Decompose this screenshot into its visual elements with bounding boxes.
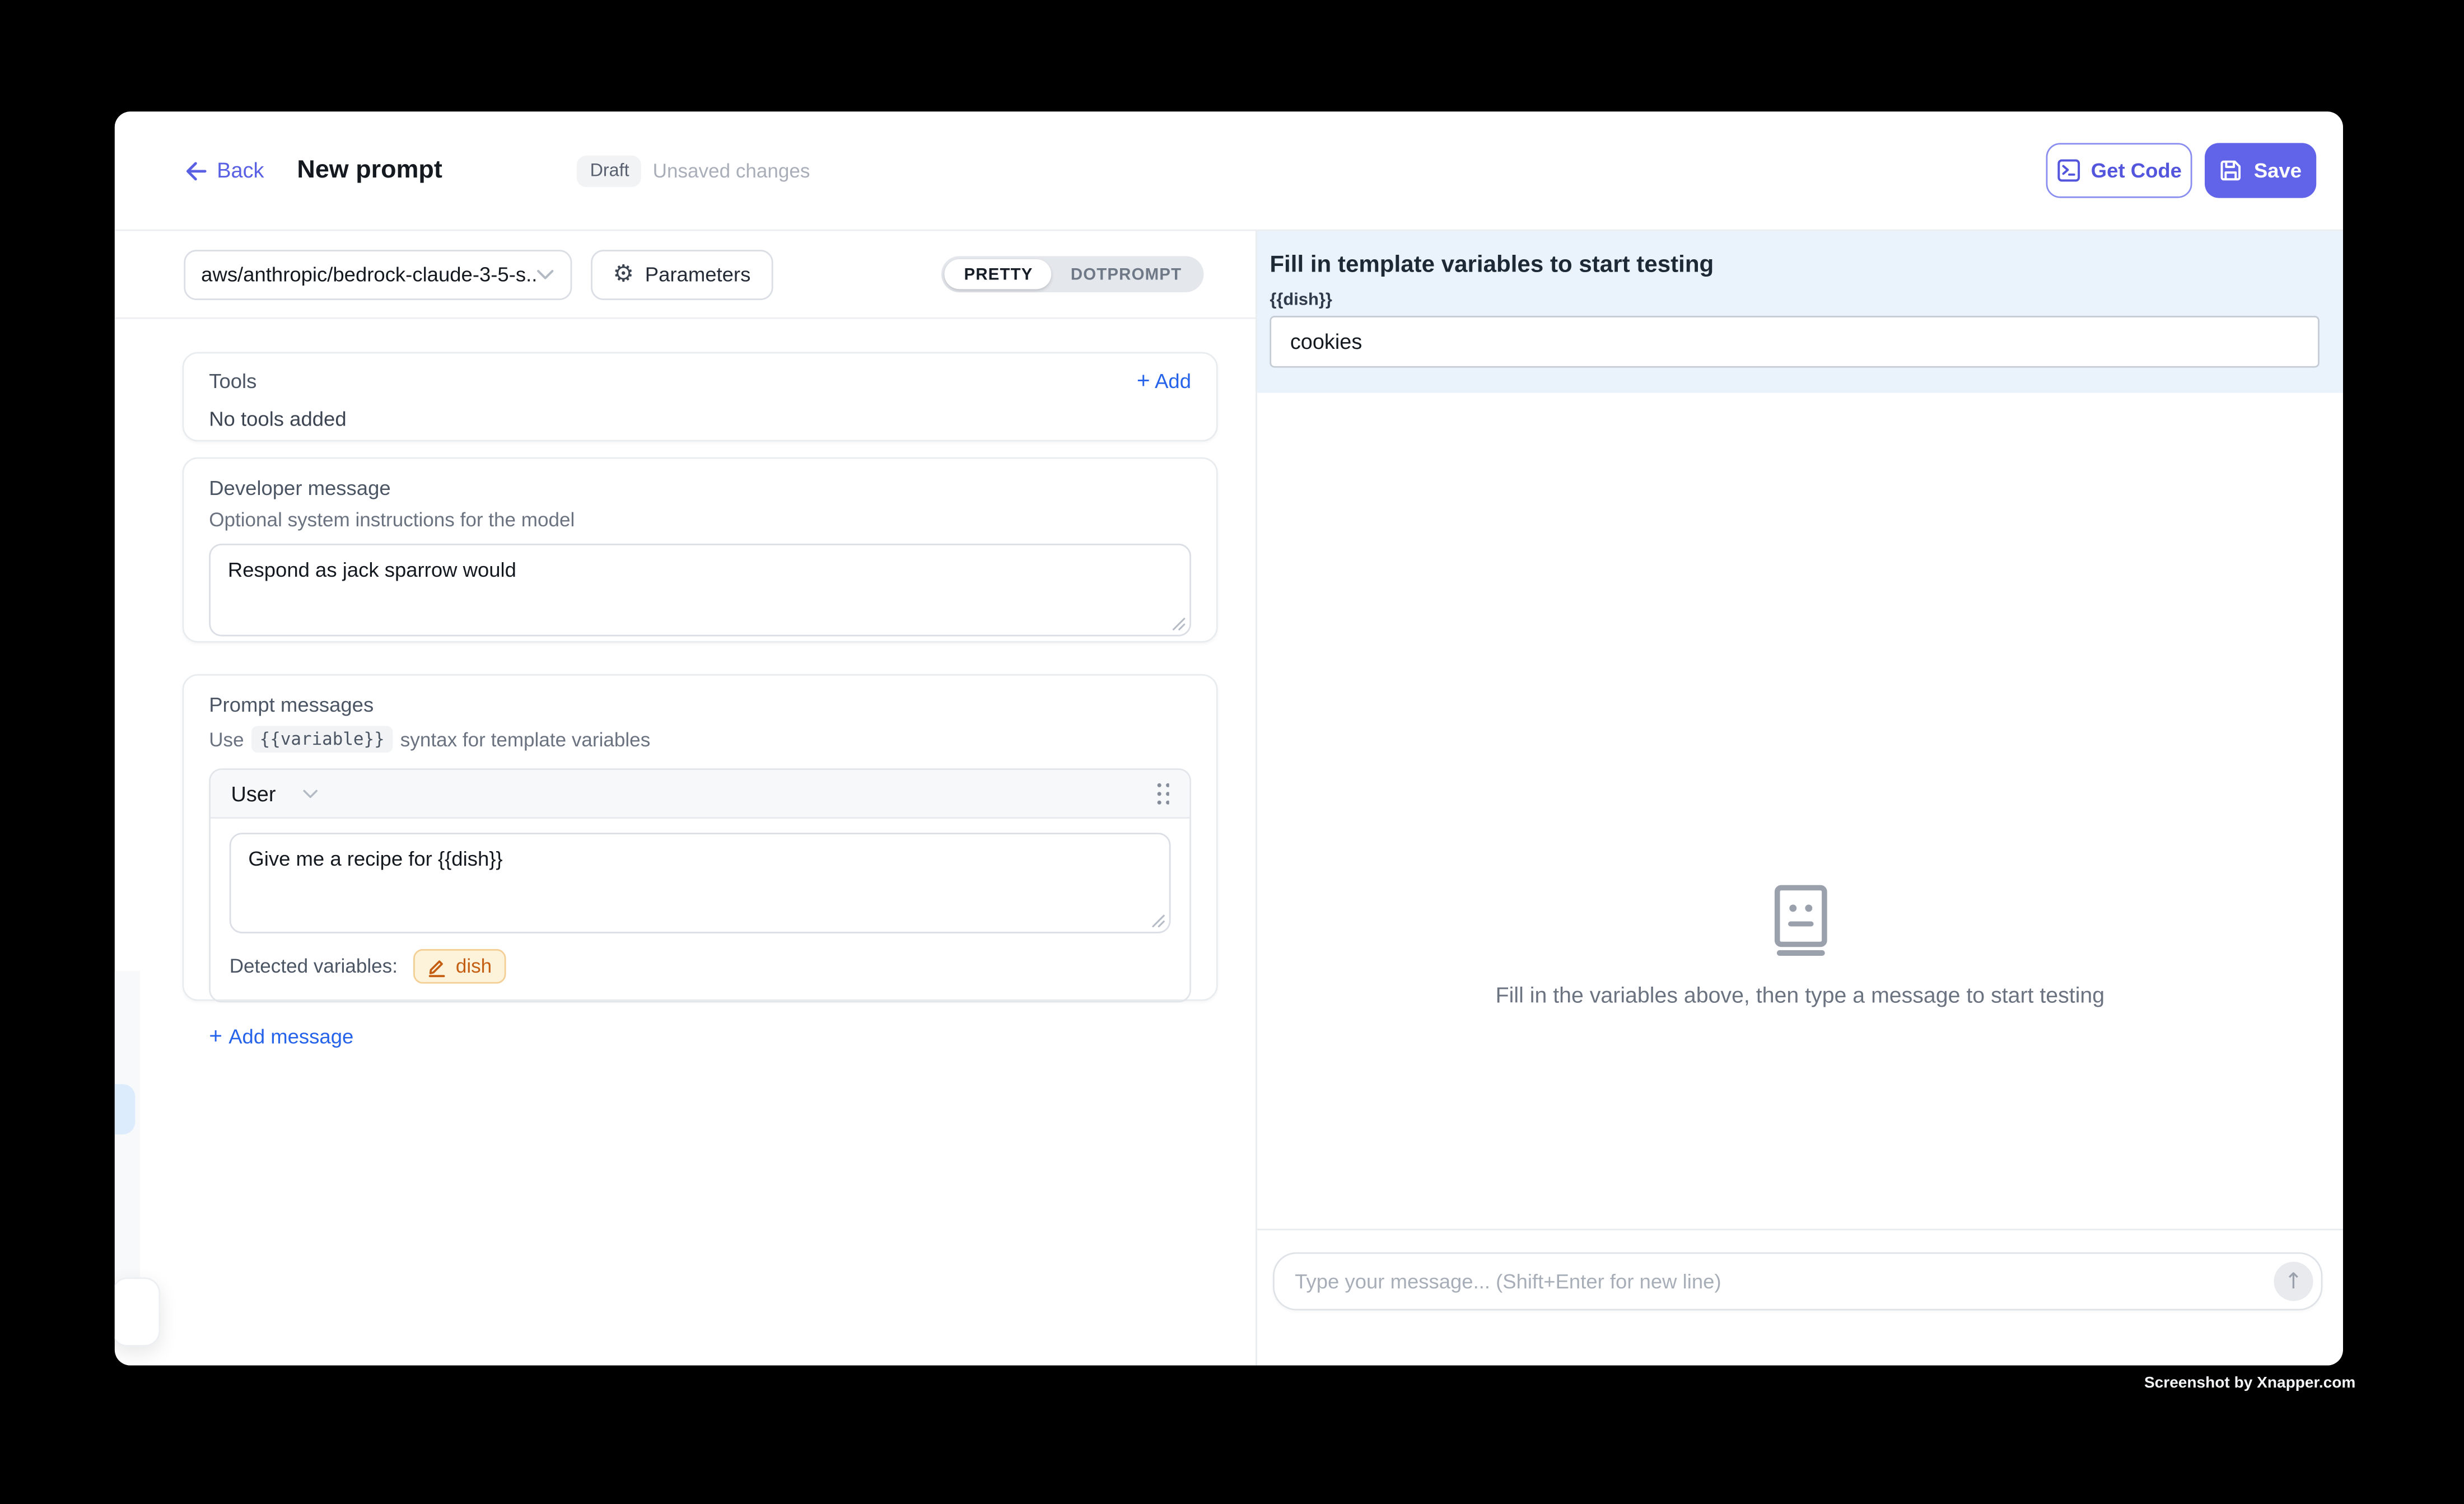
prompt-messages-subtitle: Use {{variable}} syntax for template var… <box>209 726 1191 753</box>
chat-input-row: ↑ <box>1257 1229 2343 1365</box>
model-toolbar: aws/anthropic/bedrock-claude-3-5-s... ⚙ … <box>115 231 1256 319</box>
variable-value-input[interactable] <box>1270 316 2319 368</box>
message-textarea-wrap: Give me a recipe for {{dish}} <box>230 833 1171 933</box>
developer-message-subtitle: Optional system instructions for the mod… <box>209 509 1191 531</box>
header: Back New prompt Draft Unsaved changes Ge… <box>115 111 2343 231</box>
header-actions: Get Code Save <box>2046 143 2317 198</box>
tools-empty-text: No tools added <box>209 406 1191 429</box>
variable-syntax-chip: {{variable}} <box>252 726 393 753</box>
detected-variables-row: Detected variables: dish <box>230 949 1171 984</box>
tools-card: Tools Add No tools added <box>183 352 1218 442</box>
message-block: User Give me a recipe for {{dish}} <box>209 768 1191 1002</box>
prompt-editor-panel: aws/anthropic/bedrock-claude-3-5-s... ⚙ … <box>115 231 1257 1365</box>
arrow-up-icon: ↑ <box>2284 1271 2303 1292</box>
variable-fill-section: Fill in template variables to start test… <box>1257 231 2343 393</box>
plus-icon <box>1137 369 1150 393</box>
plus-icon <box>209 1025 222 1049</box>
pencil-icon <box>427 956 446 977</box>
tester-title: Fill in template variables to start test… <box>1270 251 2319 278</box>
tools-title: Tools <box>209 370 256 393</box>
arrow-left-icon <box>184 160 207 181</box>
chevron-down-icon <box>301 788 318 799</box>
back-label: Back <box>217 158 264 182</box>
empty-state-text: Fill in the variables above, then type a… <box>1496 982 2105 1007</box>
watermark-credit: Screenshot by Xnapper.com <box>2144 1375 2355 1392</box>
view-mode-toggle: PRETTY DOTPROMPT <box>942 256 1203 292</box>
add-message-button[interactable]: Add message <box>209 1025 1191 1049</box>
add-tool-button[interactable]: Add <box>1137 369 1191 393</box>
sidebar-peek-active-item[interactable] <box>115 1084 135 1134</box>
gear-icon: ⚙ <box>613 263 634 286</box>
role-selector[interactable]: User <box>231 782 318 805</box>
model-selector[interactable]: aws/anthropic/bedrock-claude-3-5-s... <box>184 249 572 300</box>
sidebar-peek-popover <box>115 1277 160 1346</box>
robot-face-icon <box>1774 885 1827 957</box>
page-title: New prompt <box>297 156 442 185</box>
test-panel: Fill in template variables to start test… <box>1257 231 2343 1365</box>
variable-name: dish <box>456 955 492 977</box>
send-button[interactable]: ↑ <box>2274 1262 2313 1301</box>
floppy-disk-icon <box>2219 158 2243 182</box>
chevron-down-icon <box>536 268 555 280</box>
developer-message-card: Developer message Optional system instru… <box>183 457 1218 643</box>
prompt-messages-title: Prompt messages <box>209 693 1191 716</box>
message-header: User <box>211 770 1189 819</box>
tools-header: Tools Add <box>209 369 1191 393</box>
chat-message-input[interactable] <box>1273 1252 2322 1310</box>
sidebar-peek-strip <box>115 971 140 1281</box>
editor-content: Tools Add No tools added Developer messa… <box>115 319 1256 1001</box>
chat-empty-area: Fill in the variables above, then type a… <box>1257 393 2343 1229</box>
resize-handle-icon[interactable] <box>1169 614 1187 632</box>
empty-state: Fill in the variables above, then type a… <box>1257 885 2343 1007</box>
prompt-messages-card: Prompt messages Use {{variable}} syntax … <box>183 674 1218 1001</box>
developer-message-textarea[interactable]: Respond as jack sparrow would <box>209 544 1191 637</box>
get-code-button[interactable]: Get Code <box>2046 143 2192 198</box>
model-selector-value: aws/anthropic/bedrock-claude-3-5-s... <box>201 263 536 286</box>
message-body: Give me a recipe for {{dish}} Detected v… <box>211 819 1189 1001</box>
app-window: Back New prompt Draft Unsaved changes Ge… <box>115 111 2343 1365</box>
screenshot-stage: Back New prompt Draft Unsaved changes Ge… <box>0 0 2464 1503</box>
terminal-icon <box>2056 158 2080 182</box>
developer-message-wrap: Respond as jack sparrow would <box>209 544 1191 637</box>
detected-variables-label: Detected variables: <box>230 955 398 977</box>
subtitle-suffix: syntax for template variables <box>400 728 650 750</box>
back-button[interactable]: Back <box>184 158 264 182</box>
variable-badge-dish[interactable]: dish <box>413 949 506 984</box>
main-split: aws/anthropic/bedrock-claude-3-5-s... ⚙ … <box>115 231 2343 1365</box>
chat-input-wrap: ↑ <box>1273 1252 2322 1310</box>
developer-message-title: Developer message <box>209 476 1191 499</box>
status-badge: Draft <box>577 155 642 186</box>
role-selector-value: User <box>231 782 276 805</box>
toggle-option-dotprompt[interactable]: DOTPROMPT <box>1052 259 1201 289</box>
unsaved-changes-text: Unsaved changes <box>653 160 810 181</box>
save-button[interactable]: Save <box>2205 143 2316 198</box>
save-label: Save <box>2254 158 2302 182</box>
get-code-label: Get Code <box>2091 158 2182 182</box>
add-tool-label: Add <box>1155 370 1191 393</box>
parameters-label: Parameters <box>645 263 751 286</box>
drag-handle-icon[interactable] <box>1155 781 1169 806</box>
subtitle-prefix: Use <box>209 728 244 750</box>
add-message-label: Add message <box>228 1025 353 1048</box>
variable-label: {{dish}} <box>1270 291 2319 310</box>
resize-handle-icon[interactable] <box>1149 912 1166 929</box>
message-textarea[interactable]: Give me a recipe for {{dish}} <box>230 833 1171 933</box>
parameters-button[interactable]: ⚙ Parameters <box>591 249 773 300</box>
toggle-option-pretty[interactable]: PRETTY <box>945 259 1052 289</box>
